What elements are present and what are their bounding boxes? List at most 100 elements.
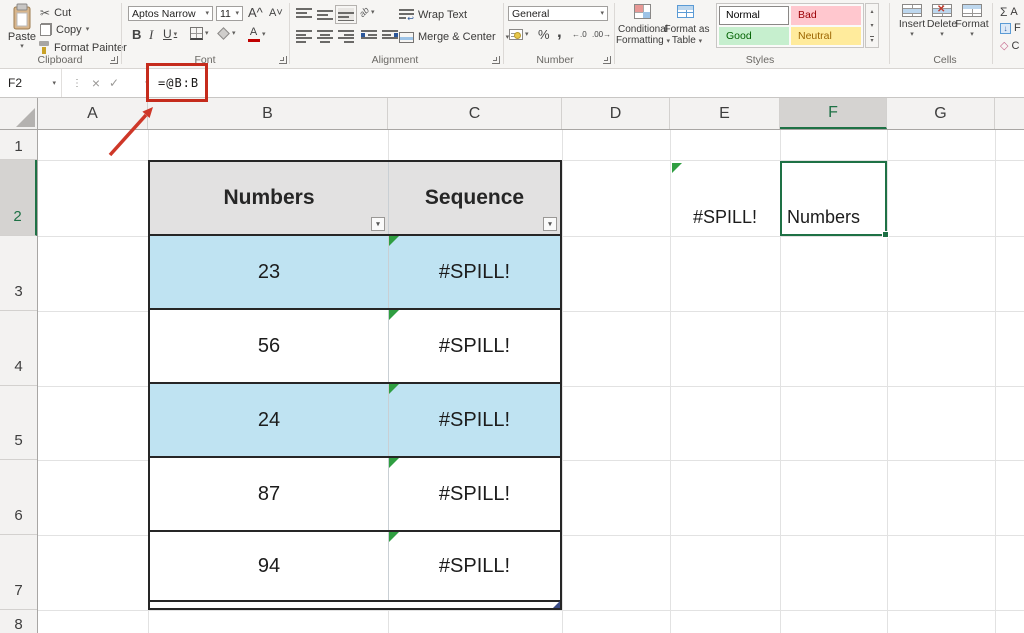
align-right-button[interactable] xyxy=(338,30,354,43)
column-header-partial[interactable] xyxy=(995,98,1024,129)
style-neutral[interactable]: Neutral xyxy=(791,27,861,46)
format-as-table-label[interactable]: Format as Table ▾ xyxy=(664,24,710,46)
merge-center-button[interactable]: Merge & Center ▾ xyxy=(399,31,509,43)
fill-color-button[interactable]: ▾ xyxy=(219,29,236,38)
row-header-6[interactable]: 6 xyxy=(0,460,37,535)
italic-icon: I xyxy=(149,27,153,43)
cell-b6[interactable]: 87 xyxy=(150,458,389,530)
grow-font-button[interactable]: A^ xyxy=(248,5,263,20)
delete-cells-button[interactable]: ✕ Delete ▾ xyxy=(928,4,956,38)
number-dialog-launcher[interactable] xyxy=(603,56,611,64)
style-normal[interactable]: Normal xyxy=(719,6,789,25)
alignment-dialog-launcher[interactable] xyxy=(492,56,500,64)
row-header-8[interactable]: 8 xyxy=(0,610,37,633)
percent-style-button[interactable]: % xyxy=(538,27,550,42)
orientation-button[interactable]: ab ▾ xyxy=(359,7,375,17)
cell-e2[interactable]: #SPILL! xyxy=(670,161,780,236)
cell-c7[interactable]: #SPILL! xyxy=(389,532,560,600)
autosum-button[interactable]: Σ A xyxy=(1000,5,1018,19)
shrink-font-button[interactable]: A˅ xyxy=(269,7,283,19)
style-good[interactable]: Good xyxy=(719,27,789,46)
cell-b3[interactable]: 23 xyxy=(150,236,389,308)
cell-f2-selected[interactable]: Numbers xyxy=(780,161,887,236)
borders-button[interactable]: ▾ xyxy=(190,27,209,40)
align-center-button[interactable] xyxy=(317,30,333,43)
font-color-button[interactable]: A ▾ xyxy=(247,26,266,42)
gallery-scrollbar[interactable]: ▴ ▾ ▾ xyxy=(865,3,879,48)
column-header-c[interactable]: C xyxy=(388,98,562,129)
column-header-g[interactable]: G xyxy=(887,98,995,129)
wrap-text-button[interactable]: ↩ Wrap Text xyxy=(399,9,467,21)
cell-b7[interactable]: 94 xyxy=(150,532,389,600)
cancel-button[interactable]: × xyxy=(88,69,104,97)
filter-button[interactable]: ▾ xyxy=(371,217,385,231)
clear-button[interactable]: ◇ C xyxy=(1000,39,1019,52)
cell-c6[interactable]: #SPILL! xyxy=(389,458,560,530)
format-painter-button[interactable]: Format Painter xyxy=(38,41,127,54)
column-header-b[interactable]: B xyxy=(148,98,388,129)
style-bad[interactable]: Bad xyxy=(791,6,861,25)
column-header-f[interactable]: F xyxy=(780,98,887,129)
increase-decimal-button[interactable]: ←.0 xyxy=(572,30,587,39)
name-box[interactable]: F2 ▾ xyxy=(0,69,62,97)
cell-c3[interactable]: #SPILL! xyxy=(389,236,560,308)
bold-button[interactable]: B xyxy=(132,27,141,42)
middle-align-button[interactable] xyxy=(317,8,333,21)
cell-b4[interactable]: 56 xyxy=(150,310,389,382)
cell-c5[interactable]: #SPILL! xyxy=(389,384,560,456)
top-align-button[interactable] xyxy=(296,8,312,21)
insert-cells-button[interactable]: Insert ▾ xyxy=(898,4,926,38)
enter-icon: ✓ xyxy=(109,76,119,90)
align-left-button[interactable] xyxy=(296,30,312,43)
row-header-7[interactable]: 7 xyxy=(0,535,37,610)
gallery-more-icon[interactable]: ▾ xyxy=(870,36,873,44)
row-headers: 1 2 3 4 5 6 7 8 xyxy=(0,130,38,633)
header-cell-sequence[interactable]: Sequence ▾ xyxy=(389,162,560,234)
format-as-table-button[interactable] xyxy=(677,5,694,18)
underline-button[interactable]: U ▾ xyxy=(163,27,177,41)
column-header-d[interactable]: D xyxy=(562,98,670,129)
comma-style-button[interactable]: , xyxy=(557,22,562,42)
row-header-4[interactable]: 4 xyxy=(0,311,37,386)
gallery-up-icon[interactable]: ▴ xyxy=(870,8,873,15)
group-separator xyxy=(289,3,290,64)
autosum-icon: Σ xyxy=(1000,5,1007,19)
accounting-format-button[interactable]: ▾ xyxy=(509,29,529,40)
font-size-combo[interactable]: 11 ▾ xyxy=(216,6,243,21)
bottom-align-button[interactable] xyxy=(338,8,354,21)
select-all-corner[interactable] xyxy=(0,98,38,130)
table-resize-handle[interactable] xyxy=(553,601,560,608)
clipboard-dialog-launcher[interactable] xyxy=(110,56,118,64)
row-header-5[interactable]: 5 xyxy=(0,386,37,460)
gallery-down-icon[interactable]: ▾ xyxy=(870,22,873,29)
cell-c4[interactable]: #SPILL! xyxy=(389,310,560,382)
row-header-1[interactable]: 1 xyxy=(0,130,37,160)
fill-button[interactable]: ↓ F xyxy=(1000,22,1021,34)
decrease-decimal-button[interactable]: .00→ xyxy=(592,30,611,39)
conditional-formatting-button[interactable] xyxy=(634,4,651,19)
cell-b5[interactable]: 24 xyxy=(150,384,389,456)
number-format-combo[interactable]: General ▾ xyxy=(508,6,608,21)
fill-color-icon xyxy=(217,27,230,40)
filter-button[interactable]: ▾ xyxy=(543,217,557,231)
column-header-e[interactable]: E xyxy=(670,98,780,129)
table-row: 56 #SPILL! xyxy=(150,310,560,384)
formula-bar-handle[interactable]: ⋮ xyxy=(72,69,82,97)
enter-button[interactable]: ✓ xyxy=(106,69,122,97)
copy-button[interactable]: Copy ▾ xyxy=(40,23,89,36)
format-painter-icon xyxy=(38,41,50,54)
cut-button[interactable]: ✂ Cut xyxy=(40,6,71,20)
italic-button[interactable]: I xyxy=(149,27,153,43)
fill-handle[interactable] xyxy=(882,231,889,238)
font-name-combo[interactable]: Aptos Narrow ▾ xyxy=(128,6,213,21)
header-cell-numbers[interactable]: Numbers ▾ xyxy=(150,162,389,234)
shrink-font-icon: A˅ xyxy=(269,7,283,19)
font-dialog-launcher[interactable] xyxy=(279,56,287,64)
increase-indent-button[interactable] xyxy=(382,30,398,43)
format-cells-button[interactable]: Format ▾ xyxy=(958,4,986,38)
annotation-red-box xyxy=(146,63,208,102)
row-header-2[interactable]: 2 xyxy=(0,160,37,236)
insert-function-button[interactable] xyxy=(124,69,142,97)
decrease-indent-button[interactable] xyxy=(361,30,377,43)
row-header-3[interactable]: 3 xyxy=(0,236,37,311)
